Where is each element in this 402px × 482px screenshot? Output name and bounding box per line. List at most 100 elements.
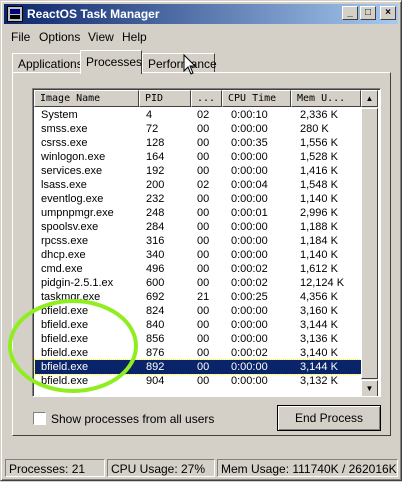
cell-cpu-time: 0:00:00 <box>231 375 268 387</box>
cell-session: 00 <box>197 193 210 205</box>
process-row[interactable]: pidgin-2.5.1.ex 600 00 0:00:02 12,124 K <box>35 276 361 290</box>
process-row[interactable]: bfield.exe 904 00 0:00:00 3,132 K <box>35 374 361 388</box>
cell-mem-usage: 1,416 K <box>300 165 338 177</box>
cell-image-name: bfield.exe <box>41 333 89 345</box>
show-all-users-label[interactable]: Show processes from all users <box>51 412 214 426</box>
cell-mem-usage: 1,184 K <box>300 235 338 247</box>
process-row[interactable]: cmd.exe 496 00 0:00:02 1,612 K <box>35 262 361 276</box>
cell-cpu-time: 0:00:10 <box>231 109 268 121</box>
process-row[interactable]: umpnpmgr.exe 248 00 0:00:01 2,996 K <box>35 206 361 220</box>
title-bar[interactable]: ReactOS Task Manager _ □ × <box>4 4 398 24</box>
tab-applications[interactable]: Applications <box>12 53 83 73</box>
cell-session: 02 <box>197 179 210 191</box>
process-row[interactable]: spoolsv.exe 284 00 0:00:00 1,188 K <box>35 220 361 234</box>
cell-cpu-time: 0:00:25 <box>231 291 268 303</box>
cell-mem-usage: 3,144 K <box>300 361 338 373</box>
process-row[interactable]: csrss.exe 128 00 0:00:35 1,556 K <box>35 136 361 150</box>
minimize-button[interactable]: _ <box>342 6 358 20</box>
menu-help[interactable]: Help <box>122 30 147 44</box>
maximize-button[interactable]: □ <box>360 6 376 20</box>
cell-mem-usage: 1,612 K <box>300 263 338 275</box>
process-row[interactable]: rpcss.exe 316 00 0:00:00 1,184 K <box>35 234 361 248</box>
cell-cpu-time: 0:00:00 <box>231 319 268 331</box>
cell-pid: 692 <box>146 291 165 303</box>
cell-pid: 496 <box>146 263 165 275</box>
cell-session: 00 <box>197 207 210 219</box>
vertical-scrollbar[interactable]: ▲ ▼ <box>361 90 378 396</box>
column-header-cpu-time[interactable]: CPU Time <box>222 90 291 107</box>
cell-pid: 856 <box>146 333 165 345</box>
cell-image-name: eventlog.exe <box>41 193 104 205</box>
menu-file[interactable]: File <box>11 30 30 44</box>
show-all-users-checkbox[interactable] <box>33 412 46 425</box>
cell-cpu-time: 0:00:00 <box>231 151 268 163</box>
column-header-session[interactable]: ... <box>191 90 222 107</box>
cell-session: 00 <box>197 235 210 247</box>
cell-session: 00 <box>197 263 210 275</box>
column-header-pid[interactable]: PID <box>139 90 191 107</box>
cell-cpu-time: 0:00:00 <box>231 165 268 177</box>
cell-session: 00 <box>197 249 210 261</box>
process-row[interactable]: bfield.exe 892 00 0:00:00 3,144 K <box>34 359 362 375</box>
cell-image-name: pidgin-2.5.1.ex <box>41 277 114 289</box>
cell-image-name: taskmgr.exe <box>41 291 101 303</box>
cell-session: 02 <box>197 109 210 121</box>
column-header-mem-usage[interactable]: Mem U... <box>291 90 361 107</box>
cell-image-name: dhcp.exe <box>41 249 86 261</box>
scroll-thumb[interactable] <box>361 108 378 379</box>
cell-pid: 340 <box>146 249 165 261</box>
process-row[interactable]: bfield.exe 824 00 0:00:00 3,160 K <box>35 304 361 318</box>
status-processes: Processes: 21 <box>5 459 105 477</box>
cell-mem-usage: 1,556 K <box>300 137 338 149</box>
process-row[interactable]: lsass.exe 200 02 0:00:04 1,548 K <box>35 178 361 192</box>
process-row[interactable]: eventlog.exe 232 00 0:00:00 1,140 K <box>35 192 361 206</box>
cell-session: 00 <box>197 305 210 317</box>
tab-performance[interactable]: Performance <box>142 53 217 73</box>
status-mem-usage: Mem Usage: 111740K / 262016K <box>217 459 398 477</box>
end-process-button[interactable]: End Process <box>277 405 381 431</box>
cell-mem-usage: 1,140 K <box>300 249 338 261</box>
cell-image-name: System <box>41 109 78 121</box>
process-row[interactable]: bfield.exe 856 00 0:00:00 3,136 K <box>35 332 361 346</box>
cell-mem-usage: 1,140 K <box>300 193 338 205</box>
cell-pid: 72 <box>146 123 159 135</box>
close-button[interactable]: × <box>380 6 396 20</box>
menu-options[interactable]: Options <box>39 30 80 44</box>
cell-pid: 904 <box>146 375 165 387</box>
cell-pid: 840 <box>146 319 165 331</box>
cell-cpu-time: 0:00:04 <box>231 179 268 191</box>
process-row[interactable]: services.exe 192 00 0:00:00 1,416 K <box>35 164 361 178</box>
cell-mem-usage: 3,136 K <box>300 333 338 345</box>
cell-cpu-time: 0:00:01 <box>231 207 268 219</box>
cell-mem-usage: 4,356 K <box>300 291 338 303</box>
tab-processes[interactable]: Processes <box>80 50 142 74</box>
cell-cpu-time: 0:00:00 <box>231 193 268 205</box>
cell-pid: 192 <box>146 165 165 177</box>
cell-image-name: lsass.exe <box>41 179 87 191</box>
cell-cpu-time: 0:00:00 <box>231 361 268 373</box>
column-header-image-name[interactable]: Image Name <box>34 90 139 107</box>
menu-view[interactable]: View <box>88 30 114 44</box>
cell-mem-usage: 2,336 K <box>300 109 338 121</box>
process-row[interactable]: bfield.exe 876 00 0:00:02 3,140 K <box>35 346 361 360</box>
scroll-up-arrow-icon[interactable]: ▲ <box>361 90 378 107</box>
cell-cpu-time: 0:00:35 <box>231 137 268 149</box>
cell-pid: 164 <box>146 151 165 163</box>
process-row[interactable]: winlogon.exe 164 00 0:00:00 1,528 K <box>35 150 361 164</box>
process-row[interactable]: dhcp.exe 340 00 0:00:00 1,140 K <box>35 248 361 262</box>
cell-image-name: spoolsv.exe <box>41 221 99 233</box>
cell-image-name: umpnpmgr.exe <box>41 207 114 219</box>
task-manager-icon <box>7 6 23 22</box>
scroll-down-arrow-icon[interactable]: ▼ <box>361 380 378 396</box>
cell-session: 00 <box>197 137 210 149</box>
process-row[interactable]: bfield.exe 840 00 0:00:00 3,144 K <box>35 318 361 332</box>
cell-mem-usage: 3,140 K <box>300 347 338 359</box>
process-row[interactable]: taskmgr.exe 692 21 0:00:25 4,356 K <box>35 290 361 304</box>
cell-mem-usage: 3,132 K <box>300 375 338 387</box>
process-row[interactable]: System 4 02 0:00:10 2,336 K <box>35 108 361 122</box>
cell-image-name: winlogon.exe <box>41 151 106 163</box>
cell-session: 00 <box>197 333 210 345</box>
process-list[interactable]: Image Name PID ... CPU Time Mem U... Sys… <box>32 88 381 397</box>
cell-pid: 128 <box>146 137 165 149</box>
process-row[interactable]: smss.exe 72 00 0:00:00 280 K <box>35 122 361 136</box>
